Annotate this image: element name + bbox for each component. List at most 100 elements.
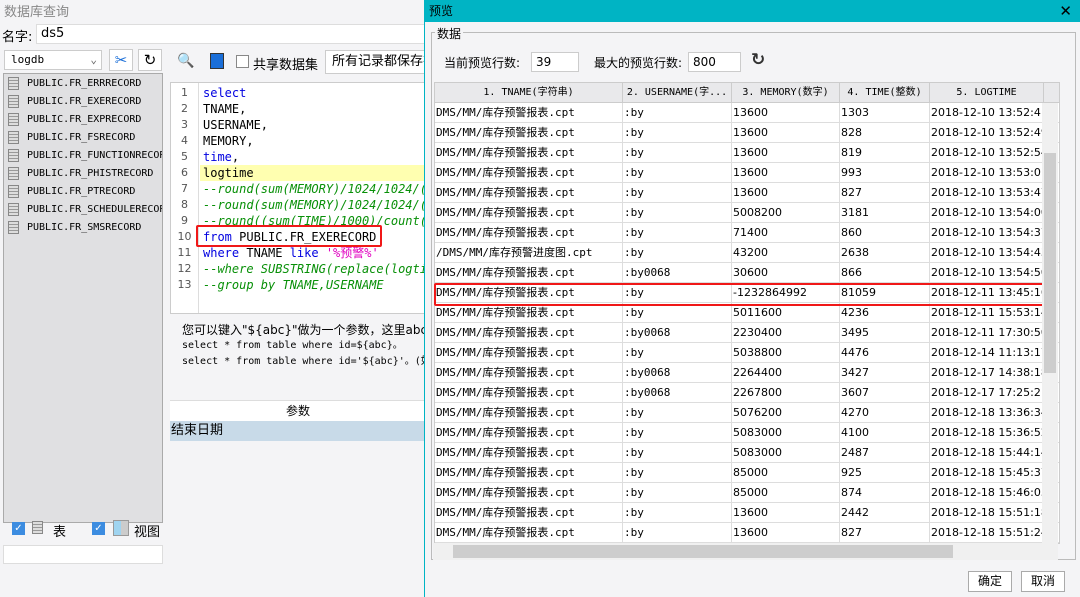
share-dataset-checkbox[interactable] bbox=[236, 55, 249, 68]
table-cell: 13600 bbox=[732, 163, 840, 182]
table-cell: :by0068 bbox=[623, 383, 732, 402]
table-row[interactable]: DMS/MM/库存预警报表.cpt:by 13600 828 2018-12-10 1… bbox=[435, 123, 1059, 143]
table-row[interactable]: DMS/MM/库存预警报表.cpt:by 13600 827 2018-12-18 1… bbox=[435, 523, 1059, 543]
table-row[interactable]: DMS/MM/库存预警报表.cpt:by 5038800 4476 2018-12-1… bbox=[435, 343, 1059, 363]
table-cell: 2018-12-10 13:54:50 bbox=[930, 263, 1044, 282]
code-token: --round(sum(MEMORY)/1024/1024/(s bbox=[203, 198, 426, 212]
table-checkbox[interactable]: ✓ bbox=[12, 522, 25, 535]
table-name: PUBLIC.FR_FUNCTIONRECORD bbox=[27, 149, 163, 161]
table-icon bbox=[8, 112, 19, 126]
table-list-item[interactable]: PUBLIC.FR_EXERECORD bbox=[4, 92, 162, 110]
refresh-icon[interactable]: ↻ bbox=[751, 50, 765, 70]
close-icon[interactable]: ✕ bbox=[1059, 0, 1072, 22]
max-rows-input[interactable]: 800 bbox=[688, 52, 741, 72]
table-icon bbox=[8, 202, 19, 216]
table-row[interactable]: DMS/MM/库存预警报表.cpt:by 5011600 4236 2018-12-1… bbox=[435, 303, 1059, 323]
table-cell: DMS/MM/库存预警报表.cpt bbox=[435, 363, 623, 382]
refresh-button[interactable]: ↻ bbox=[138, 49, 162, 71]
table-icon bbox=[8, 184, 19, 198]
table-list-item[interactable]: PUBLIC.FR_SCHEDULERECORD bbox=[4, 200, 162, 218]
table-row[interactable]: DMS/MM/库存预警报表.cpt:by 5083000 2487 2018-12-1… bbox=[435, 443, 1059, 463]
current-rows-input[interactable]: 39 bbox=[531, 52, 579, 72]
table-list-item[interactable]: PUBLIC.FR_SMSRECORD bbox=[4, 218, 162, 236]
table-cell: DMS/MM/库存预警报表.cpt bbox=[435, 463, 623, 482]
table-cell: 925 bbox=[840, 463, 930, 482]
table-cell: 3427 bbox=[840, 363, 930, 382]
table-row[interactable]: /DMS/MM/库存预警进度图.cpt:by 43200 2638 2018-12-1… bbox=[435, 243, 1059, 263]
column-header[interactable]: 4. TIME(整数) bbox=[840, 83, 930, 102]
connection-settings-button[interactable]: ✂ bbox=[109, 49, 133, 71]
table-list-item[interactable]: PUBLIC.FR_ERRRECORD bbox=[4, 74, 162, 92]
preview-icon[interactable]: 🔍 bbox=[177, 53, 194, 69]
save-mode-select[interactable]: 所有记录都保存在 bbox=[325, 50, 426, 74]
column-header[interactable]: 1. TNAME(字符串) bbox=[435, 83, 623, 102]
table-icon bbox=[8, 148, 19, 162]
table-row[interactable]: DMS/MM/库存预警报表.cpt:by 85000 874 2018-12-18 1… bbox=[435, 483, 1059, 503]
table-list-item[interactable]: PUBLIC.FR_FUNCTIONRECORD bbox=[4, 146, 162, 164]
table-cell: DMS/MM/库存预警报表.cpt bbox=[435, 383, 623, 402]
horizontal-scrollbar[interactable] bbox=[433, 543, 1058, 560]
table-row[interactable]: DMS/MM/库存预警报表.cpt:by 85000 925 2018-12-18 1… bbox=[435, 463, 1059, 483]
table-cell: 2018-12-18 15:51:24 bbox=[930, 523, 1044, 542]
column-header[interactable]: 3. MEMORY(数字) bbox=[732, 83, 840, 102]
table-cell: 819 bbox=[840, 143, 930, 162]
table-row[interactable]: DMS/MM/库存预警报表.cpt:by0068 2267800 3607 2018-… bbox=[435, 383, 1059, 403]
parameter-row[interactable]: 结束日期 bbox=[170, 421, 426, 441]
table-row[interactable]: DMS/MM/库存预警报表.cpt:by 13600 1303 2018-12-10 … bbox=[435, 103, 1059, 123]
table-row[interactable]: DMS/MM/库存预警报表.cpt:by 13600 827 2018-12-10 1… bbox=[435, 183, 1059, 203]
table-row[interactable]: DMS/MM/库存预警报表.cpt:by 13600 993 2018-12-10 1… bbox=[435, 163, 1059, 183]
table-name: PUBLIC.FR_SCHEDULERECORD bbox=[27, 203, 163, 215]
preview-table: 1. TNAME(字符串) 2. USERNAME(字... 3. MEMORY(数… bbox=[434, 82, 1060, 544]
group-label: 数据 bbox=[435, 25, 464, 42]
name-input[interactable]: ds5 bbox=[36, 24, 426, 44]
table-cell: 874 bbox=[840, 483, 930, 502]
column-header[interactable]: 5. LOGTIME bbox=[930, 83, 1044, 102]
table-list-item[interactable]: PUBLIC.FR_PHISTRECORD bbox=[4, 164, 162, 182]
database-select[interactable]: logdb ⌄ bbox=[4, 50, 102, 70]
column-header[interactable]: 2. USERNAME(字... bbox=[623, 83, 732, 102]
table-row[interactable]: DMS/MM/库存预警报表.cpt:by 13600 819 2018-12-10 1… bbox=[435, 143, 1059, 163]
table-row[interactable]: DMS/MM/库存预警报表.cpt:by 13600 2442 2018-12-18 … bbox=[435, 503, 1059, 523]
table-row[interactable]: DMS/MM/库存预警报表.cpt:by 5083000 4100 2018-12-1… bbox=[435, 423, 1059, 443]
dialog-title: 预览 bbox=[425, 0, 1080, 22]
table-row[interactable]: DMS/MM/库存预警报表.cpt:by 5076200 4270 2018-12-1… bbox=[435, 403, 1059, 423]
code-line: select bbox=[200, 85, 425, 101]
table-cell: DMS/MM/库存预警报表.cpt bbox=[435, 103, 623, 122]
table-cell: DMS/MM/库存预警报表.cpt bbox=[435, 203, 623, 222]
table-row[interactable]: DMS/MM/库存预警报表.cpt:by0068 2230400 3495 2018-… bbox=[435, 323, 1059, 343]
table-icon bbox=[8, 220, 19, 234]
table-row[interactable]: DMS/MM/库存预警报表.cpt:by 71400 860 2018-12-10 1… bbox=[435, 223, 1059, 243]
view-checkbox[interactable]: ✓ bbox=[92, 522, 105, 535]
table-cell: 2018-12-18 15:44:14 bbox=[930, 443, 1044, 462]
vertical-scrollbar[interactable] bbox=[1042, 103, 1058, 543]
table-search-input[interactable] bbox=[3, 545, 163, 564]
table-cell: DMS/MM/库存预警报表.cpt bbox=[435, 343, 623, 362]
table-list-item[interactable]: PUBLIC.FR_FSRECORD bbox=[4, 128, 162, 146]
table-cell: DMS/MM/库存预警报表.cpt bbox=[435, 183, 623, 202]
table-cell: :by bbox=[623, 243, 732, 262]
line-number: 1 bbox=[181, 86, 188, 99]
view-label: 视图 bbox=[134, 525, 161, 540]
table-row[interactable]: DMS/MM/库存预警报表.cpt:by 5008200 3181 2018-12-1… bbox=[435, 203, 1059, 223]
table-list-item[interactable]: PUBLIC.FR_EXPRECORD bbox=[4, 110, 162, 128]
line-number: 9 bbox=[181, 214, 188, 227]
table-icon bbox=[32, 521, 43, 534]
cancel-button[interactable]: 取消 bbox=[1021, 571, 1065, 592]
scroll-thumb[interactable] bbox=[453, 545, 953, 558]
table-cell: 827 bbox=[840, 523, 930, 542]
table-cell: DMS/MM/库存预警报表.cpt bbox=[435, 423, 623, 442]
sql-editor[interactable]: 1 2 3 4 5 6 7 8 9 10 11 12 13 select TNAME, USERNAME, M… bbox=[170, 82, 426, 314]
table-list-item[interactable]: PUBLIC.FR_PTRECORD bbox=[4, 182, 162, 200]
table-row[interactable]: DMS/MM/库存预警报表.cpt:by0068 30600 866 2018-12-… bbox=[435, 263, 1059, 283]
table-cell: DMS/MM/库存预警报表.cpt bbox=[435, 483, 623, 502]
line-numbers: 1 2 3 4 5 6 7 8 9 10 11 12 13 bbox=[171, 83, 199, 313]
table-row[interactable]: DMS/MM/库存预警报表.cpt:by0068 2264400 3427 2018-… bbox=[435, 363, 1059, 383]
scroll-thumb[interactable] bbox=[1044, 153, 1056, 373]
code-line: --where SUBSTRING(replace(logtim bbox=[200, 261, 425, 277]
code-token: , bbox=[231, 150, 240, 164]
parameter-icon[interactable] bbox=[210, 53, 224, 69]
table-cell: 2018-12-10 13:54:43 bbox=[930, 243, 1044, 262]
table-cell: :by bbox=[623, 223, 732, 242]
ok-button[interactable]: 确定 bbox=[968, 571, 1012, 592]
table-cell: 13600 bbox=[732, 503, 840, 522]
